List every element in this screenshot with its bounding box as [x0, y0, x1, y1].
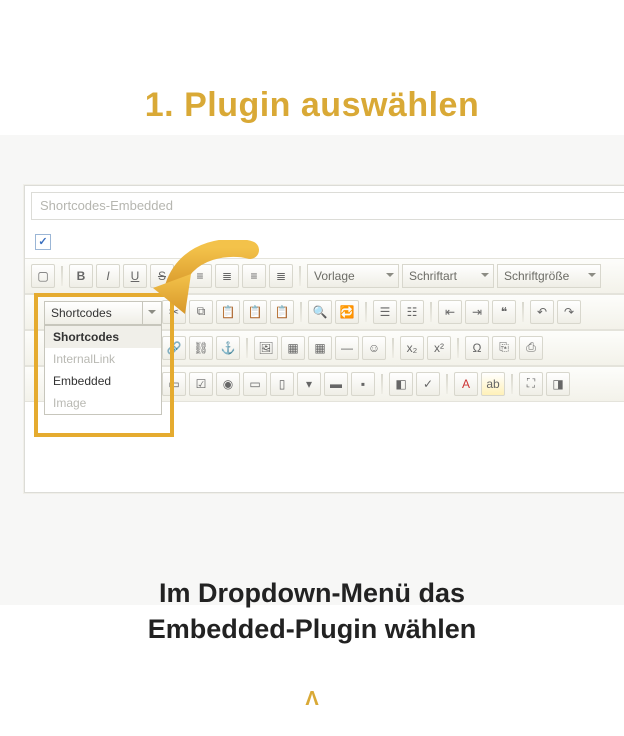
source-icon[interactable]: ◨	[546, 372, 570, 396]
dd-item-internallink[interactable]: InternalLink	[45, 348, 161, 370]
page-title: 1. Plugin auswählen	[0, 80, 624, 135]
find-icon[interactable]: 🔍	[308, 300, 332, 324]
shortcodes-select-label: Shortcodes	[51, 306, 112, 320]
chevron-down-icon[interactable]	[142, 302, 161, 324]
superscript-icon[interactable]: x²	[427, 336, 451, 360]
symbol-icon[interactable]: ☺	[362, 336, 386, 360]
align-right-icon[interactable]: ≡	[242, 264, 266, 288]
shortcodes-dropdown[interactable]: Shortcodes Shortcodes InternalLink Embed…	[44, 301, 162, 415]
underline-button[interactable]: U	[123, 264, 147, 288]
editor-screenshot: Shortcodes-Embedded ✓ ▢ B I U S ≡ ≣ ≡ ≣ …	[0, 135, 624, 605]
checkbox[interactable]: ✓	[35, 234, 51, 250]
align-center-icon[interactable]: ≣	[215, 264, 239, 288]
caption: Im Dropdown-Menü das Embedded-Plugin wäh…	[0, 575, 624, 648]
new-doc-icon[interactable]: ▢	[31, 264, 55, 288]
checkbox-icon[interactable]: ☑	[189, 372, 213, 396]
cut-icon[interactable]: ✂	[162, 300, 186, 324]
unlink-icon[interactable]: ⛓	[189, 336, 213, 360]
link-icon[interactable]: 🔗	[162, 336, 186, 360]
caption-line1: Im Dropdown-Menü das	[0, 575, 624, 611]
dd-item-image[interactable]: Image	[45, 392, 161, 414]
paste-word-icon[interactable]: 📋	[270, 300, 294, 324]
replace-icon[interactable]: 🔁	[335, 300, 359, 324]
font-size-select[interactable]: Schriftgröße	[497, 264, 601, 288]
logo-icon: Λ	[0, 688, 624, 711]
button-icon[interactable]: ▬	[324, 372, 348, 396]
anchor-icon[interactable]: ⚓	[216, 336, 240, 360]
radio-icon[interactable]: ◉	[216, 372, 240, 396]
bold-button[interactable]: B	[69, 264, 93, 288]
text-color-icon[interactable]: A	[454, 372, 478, 396]
omega-icon[interactable]: Ω	[465, 336, 489, 360]
textarea-icon[interactable]: ▯	[270, 372, 294, 396]
dd-item-embedded[interactable]: Embedded	[45, 370, 161, 392]
hidden-icon[interactable]: ▪	[351, 372, 375, 396]
toolbar-row-1: ▢ B I U S ≡ ≣ ≡ ≣ Vorlage Schriftart Sch…	[25, 258, 624, 294]
image-icon[interactable]: 🖼	[254, 336, 278, 360]
indent-icon[interactable]: ⇥	[465, 300, 489, 324]
maximize-icon[interactable]: ⛶	[519, 372, 543, 396]
flash-icon[interactable]: ◧	[389, 372, 413, 396]
print-icon[interactable]: ⎙	[519, 336, 543, 360]
paste-icon[interactable]: 📋	[216, 300, 240, 324]
hr-icon[interactable]: —	[335, 336, 359, 360]
shortcodes-menu: Shortcodes InternalLink Embedded Image	[44, 325, 162, 415]
redo-icon[interactable]: ↷	[557, 300, 581, 324]
form-icon[interactable]: ▭	[162, 372, 186, 396]
list-ol-icon[interactable]: ☷	[400, 300, 424, 324]
quote-icon[interactable]: ❝	[492, 300, 516, 324]
align-justify-icon[interactable]: ≣	[269, 264, 293, 288]
table-icon[interactable]: ▦	[308, 336, 332, 360]
spell-icon[interactable]: ✓	[416, 372, 440, 396]
page-break-icon[interactable]: ⎘	[492, 336, 516, 360]
strike-button[interactable]: S	[150, 264, 174, 288]
text-field-icon[interactable]: ▭	[243, 372, 267, 396]
content-area[interactable]	[25, 402, 624, 492]
font-select[interactable]: Schriftart	[402, 264, 494, 288]
subscript-icon[interactable]: x₂	[400, 336, 424, 360]
paste-text-icon[interactable]: 📋	[243, 300, 267, 324]
list-ul-icon[interactable]: ☰	[373, 300, 397, 324]
media-icon[interactable]: ▦	[281, 336, 305, 360]
caption-line2: Embedded-Plugin wählen	[0, 611, 624, 647]
align-left-icon[interactable]: ≡	[188, 264, 212, 288]
copy-icon[interactable]: ⧉	[189, 300, 213, 324]
outdent-icon[interactable]: ⇤	[438, 300, 462, 324]
breadcrumb-input[interactable]: Shortcodes-Embedded	[31, 192, 624, 220]
italic-button[interactable]: I	[96, 264, 120, 288]
template-select[interactable]: Vorlage	[307, 264, 399, 288]
select-icon[interactable]: ▾	[297, 372, 321, 396]
bg-color-icon[interactable]: ab	[481, 372, 505, 396]
dd-item-shortcodes[interactable]: Shortcodes	[45, 326, 161, 348]
shortcodes-select[interactable]: Shortcodes	[44, 301, 162, 325]
undo-icon[interactable]: ↶	[530, 300, 554, 324]
